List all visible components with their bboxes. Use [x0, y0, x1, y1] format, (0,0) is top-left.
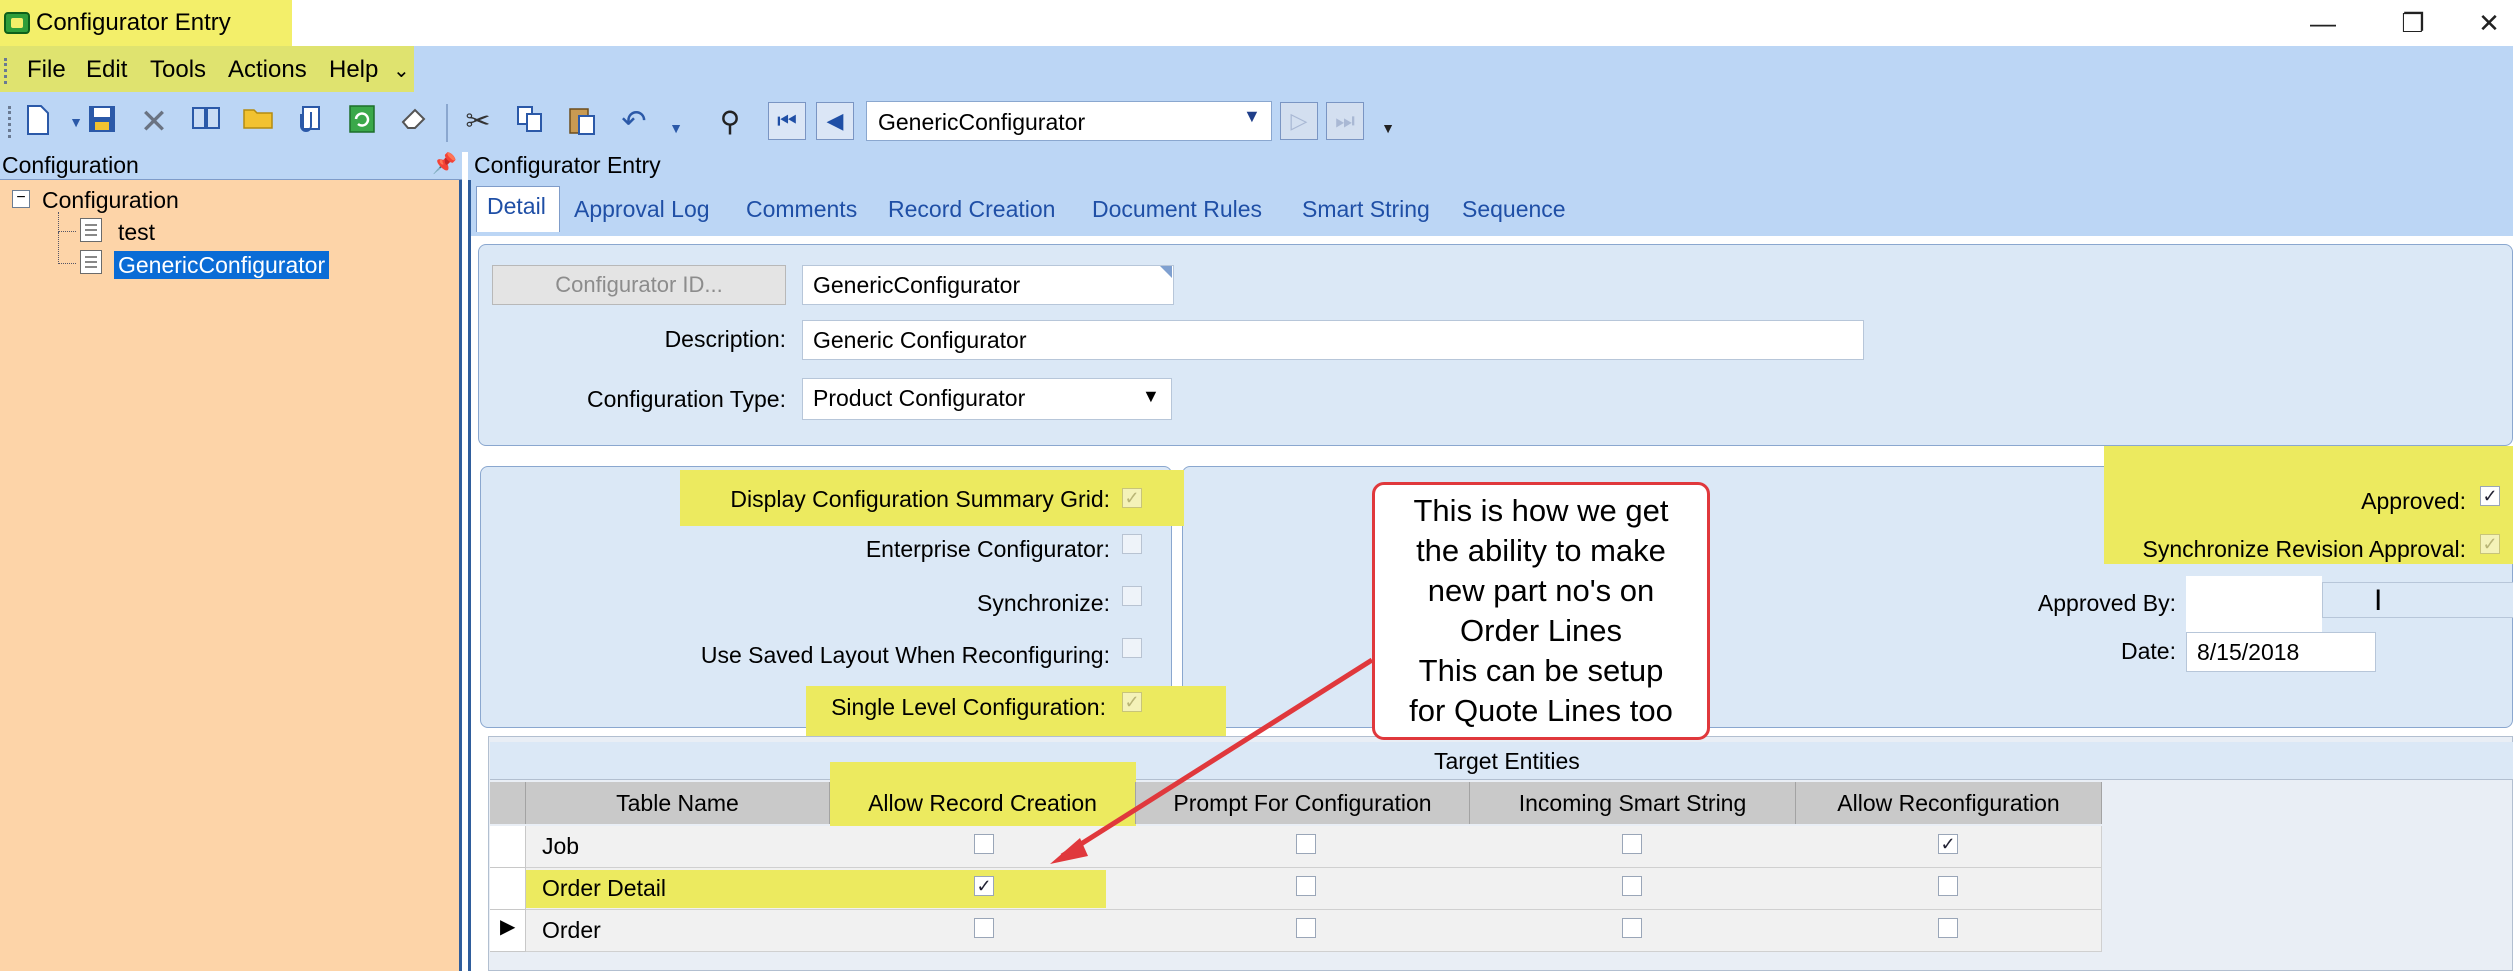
- callout-note: This is how we get the ability to make n…: [1372, 482, 1710, 740]
- callout-line: the ability to make: [1416, 533, 1666, 568]
- callout-arrow: [1050, 657, 1374, 864]
- callout-line: This can be setup: [1418, 653, 1664, 688]
- callout-line: for Quote Lines too: [1409, 693, 1673, 728]
- callout-line: new part no's on: [1427, 573, 1655, 608]
- callout-line: This is how we get: [1413, 493, 1669, 528]
- callout-line: Order Lines: [1460, 613, 1622, 648]
